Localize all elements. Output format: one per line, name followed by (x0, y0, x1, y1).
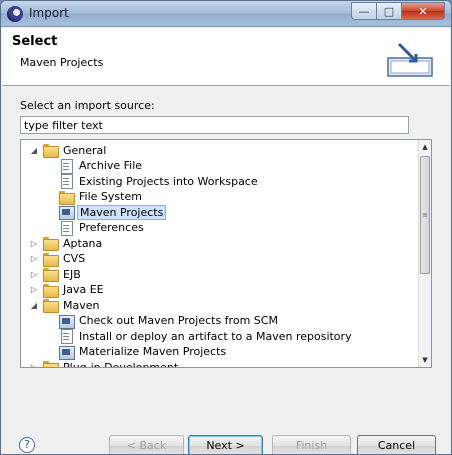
tree-item[interactable]: Preferences (21, 220, 419, 236)
title-bar[interactable]: Import — □ ✕ (1, 1, 451, 27)
tree-item-label: File System (79, 190, 142, 203)
folder-icon (58, 190, 75, 205)
scroll-up-arrow-icon[interactable]: ▲ (419, 140, 431, 154)
filter-input[interactable] (20, 116, 409, 134)
minimize-button[interactable]: — (351, 2, 377, 20)
import-source-label: Select an import source: (20, 99, 155, 112)
expand-arrow-icon[interactable]: ▷ (29, 239, 39, 248)
wizard-header: Select Maven Projects (2, 28, 450, 86)
tree-scrollbar[interactable]: ▲ ≡ ▼ (418, 140, 431, 367)
tree-item-label: CVS (63, 252, 86, 265)
window-controls: — □ ✕ (351, 2, 445, 20)
maven-icon (58, 205, 75, 220)
tree-item[interactable]: File System (21, 189, 419, 205)
expand-arrow-icon[interactable]: ▷ (29, 363, 39, 368)
next-button[interactable]: Next > (188, 435, 263, 454)
expand-arrow-icon[interactable]: ▷ (29, 254, 39, 263)
import-source-tree[interactable]: ◢ General Archive File Existing Projects in… (20, 139, 432, 368)
page-title: Select (12, 34, 58, 49)
tree-item[interactable]: ◢ General (21, 142, 419, 158)
help-icon[interactable]: ? (19, 437, 35, 453)
import-dialog: Import — □ ✕ Select Maven Projects Selec… (0, 0, 452, 455)
expand-arrow-icon[interactable]: ▷ (29, 270, 39, 279)
tree-item[interactable]: ▷ EJB (21, 266, 419, 282)
maven-icon (58, 314, 75, 329)
tree-item-label: Existing Projects into Workspace (79, 174, 258, 188)
eclipse-icon (7, 6, 23, 22)
file-icon (58, 158, 74, 174)
tree-item[interactable]: Check out Maven Projects from SCM (21, 313, 419, 329)
tree-item[interactable]: Install or deploy an artifact to a Maven… (21, 328, 419, 344)
maven-icon (58, 345, 75, 360)
close-button[interactable]: ✕ (401, 2, 445, 20)
folder-icon (42, 267, 59, 282)
tree-item[interactable]: ▷ Aptana (21, 235, 419, 251)
tree-item[interactable]: Archive File (21, 158, 419, 174)
folder-icon (42, 298, 59, 313)
collapse-arrow-icon[interactable]: ◢ (29, 301, 39, 310)
window-title: Import (29, 6, 69, 20)
import-wizard-icon (387, 42, 433, 77)
finish-button[interactable]: Finish (272, 435, 351, 454)
project-icon (58, 174, 74, 189)
collapse-arrow-icon[interactable]: ◢ (29, 146, 39, 155)
tree-item-label: Archive File (79, 159, 143, 172)
tree-item-label: Materialize Maven Projects (79, 345, 227, 358)
scrollbar-thumb[interactable]: ≡ (420, 156, 430, 274)
tree-item[interactable]: Materialize Maven Projects (21, 344, 419, 360)
tree-rows: ◢ General Archive File Existing Projects in… (21, 140, 419, 367)
tree-item-label: General (63, 143, 107, 157)
tree-item-label: Aptana (63, 236, 103, 250)
folder-icon (42, 143, 59, 158)
tree-item-label: Preferences (79, 221, 144, 234)
folder-icon (42, 360, 59, 367)
cancel-button[interactable]: Cancel (357, 435, 436, 454)
tree-item-label: EJB (63, 267, 81, 281)
tree-item[interactable]: Maven Projects (21, 204, 419, 220)
tree-item-label: Java EE (63, 283, 104, 296)
tree-item[interactable]: ▷ CVS (21, 251, 419, 267)
expand-arrow-icon[interactable]: ▷ (29, 285, 39, 294)
maximize-button[interactable]: □ (376, 2, 402, 20)
tree-item-label: Maven Projects (77, 204, 167, 220)
back-button[interactable]: < Back (109, 435, 184, 454)
tree-item-label: Plug-in Development (63, 360, 179, 368)
tree-item-label: Check out Maven Projects from SCM (79, 314, 278, 327)
tree-item[interactable]: ▷ Java EE (21, 282, 419, 298)
file-icon (58, 220, 74, 236)
folder-icon (42, 236, 59, 251)
folder-icon (42, 283, 59, 298)
tree-item[interactable]: ▷ Plug-in Development (21, 359, 419, 367)
tree-item[interactable]: ◢ Maven (21, 297, 419, 313)
tree-item[interactable]: Existing Projects into Workspace (21, 173, 419, 189)
page-subtitle: Maven Projects (20, 56, 104, 69)
tree-item-label: Maven (63, 298, 100, 312)
folder-icon (42, 252, 59, 267)
scroll-down-arrow-icon[interactable]: ▼ (419, 353, 431, 367)
tree-item-label: Install or deploy an artifact to a Maven… (79, 329, 352, 343)
file-icon (58, 329, 74, 344)
